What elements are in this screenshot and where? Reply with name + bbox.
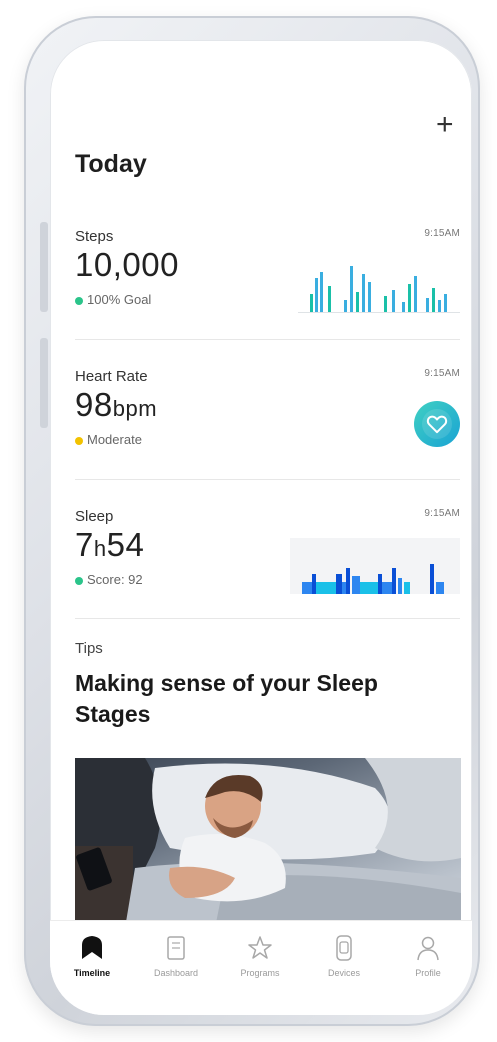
sleep-time: 9:15AM bbox=[424, 508, 460, 519]
steps-bar bbox=[426, 298, 429, 312]
heart-rate-time: 9:15AM bbox=[424, 368, 460, 379]
heart-rate-value: 98bpm bbox=[75, 386, 157, 424]
sleep-card[interactable]: Sleep 9:15AM 7h54 Score: 92 bbox=[75, 508, 460, 646]
sleep-stage-segment bbox=[352, 576, 360, 594]
steps-bar bbox=[432, 288, 435, 312]
page-title: Today bbox=[75, 150, 147, 178]
status-dot bbox=[75, 436, 83, 445]
sleep-hours: 7 bbox=[75, 526, 94, 563]
steps-bar bbox=[350, 266, 353, 312]
sleep-score-text: Score: 92 bbox=[87, 572, 143, 587]
sleep-stage-segment bbox=[346, 568, 350, 594]
steps-bar bbox=[392, 290, 395, 312]
steps-bar bbox=[408, 284, 411, 312]
sleep-status: Score: 92 bbox=[75, 572, 143, 587]
sleep-hours-unit: h bbox=[93, 536, 107, 561]
steps-bar bbox=[438, 300, 441, 312]
tab-label: Dashboard bbox=[153, 968, 199, 978]
steps-bar bbox=[402, 302, 405, 312]
steps-title: Steps bbox=[75, 228, 114, 245]
timeline-icon bbox=[82, 936, 102, 959]
star-icon bbox=[248, 936, 272, 959]
tab-devices[interactable]: Devices bbox=[302, 933, 386, 978]
sleep-article-image[interactable] bbox=[75, 758, 461, 928]
tab-programs[interactable]: Programs bbox=[218, 933, 302, 978]
tab-profile[interactable]: Profile bbox=[386, 933, 470, 978]
sleep-stage-segment bbox=[360, 582, 378, 594]
sleep-stage-segment bbox=[302, 582, 312, 594]
steps-value: 10,000 bbox=[75, 246, 179, 283]
status-dot bbox=[75, 576, 83, 585]
sleep-stage-segment bbox=[382, 582, 392, 594]
steps-bar bbox=[344, 300, 347, 312]
heart-rate-number: 98 bbox=[75, 386, 113, 423]
tab-label: Profile bbox=[415, 968, 441, 978]
app-screen: + Today Steps 9:15AM 10,000 100% Goal He… bbox=[50, 40, 472, 1015]
sleep-stage-segment bbox=[436, 582, 444, 594]
steps-time: 9:15AM bbox=[424, 228, 460, 239]
steps-card[interactable]: Steps 9:15AM 10,000 100% Goal bbox=[75, 228, 460, 366]
steps-bar bbox=[368, 282, 371, 312]
sleep-stage-segment bbox=[392, 568, 396, 594]
tips-label: Tips bbox=[75, 640, 103, 657]
steps-status: 100% Goal bbox=[75, 292, 151, 307]
sleep-title: Sleep bbox=[75, 508, 114, 525]
heart-rate-card[interactable]: Heart Rate 9:15AM 98bpm Moderate bbox=[75, 368, 460, 506]
heart-rate-status: Moderate bbox=[75, 432, 142, 447]
heart-rate-status-text: Moderate bbox=[87, 432, 142, 447]
divider bbox=[75, 339, 460, 340]
tab-label: Programs bbox=[240, 968, 280, 978]
sleep-stage-segment bbox=[398, 578, 402, 594]
device-icon bbox=[336, 935, 352, 961]
dashboard-icon bbox=[167, 936, 185, 960]
steps-bar bbox=[310, 294, 313, 312]
steps-bar bbox=[328, 286, 331, 312]
sleep-stage-segment bbox=[316, 582, 336, 594]
divider bbox=[75, 618, 460, 619]
sleep-minutes: 54 bbox=[106, 526, 145, 563]
tab-timeline[interactable]: Timeline bbox=[50, 933, 134, 978]
side-button bbox=[40, 338, 48, 428]
heart-badge bbox=[414, 401, 460, 447]
profile-icon bbox=[417, 936, 439, 961]
tips-article-title[interactable]: Making sense of your Sleep Stages bbox=[75, 668, 415, 730]
sleep-stage-segment bbox=[430, 564, 434, 594]
steps-bar bbox=[414, 276, 417, 312]
steps-bar bbox=[356, 292, 359, 312]
tab-label: Devices bbox=[327, 968, 360, 978]
status-dot bbox=[75, 296, 83, 305]
heart-rate-unit: bpm bbox=[112, 396, 158, 421]
steps-bar bbox=[444, 294, 447, 312]
steps-bar bbox=[315, 278, 318, 312]
tab-dashboard[interactable]: Dashboard bbox=[134, 933, 218, 978]
steps-status-text: 100% Goal bbox=[87, 292, 152, 307]
tab-label: Timeline bbox=[73, 968, 111, 978]
divider bbox=[75, 479, 460, 480]
steps-bar bbox=[384, 296, 387, 312]
sleep-value: 7h54 bbox=[75, 526, 144, 564]
bottom-tab-bar: Timeline Dashboard Programs Devices Prof… bbox=[50, 920, 472, 1015]
side-button bbox=[40, 222, 48, 312]
sleeping-man-illustration bbox=[75, 758, 461, 928]
heart-rate-title: Heart Rate bbox=[75, 368, 148, 385]
heart-icon bbox=[426, 415, 448, 434]
steps-activity-chart bbox=[298, 258, 460, 313]
sleep-stage-segment bbox=[404, 582, 410, 594]
add-button[interactable]: + bbox=[436, 110, 454, 140]
sleep-stages-chart bbox=[290, 538, 460, 594]
steps-bar bbox=[320, 272, 323, 312]
steps-bar bbox=[362, 274, 365, 312]
